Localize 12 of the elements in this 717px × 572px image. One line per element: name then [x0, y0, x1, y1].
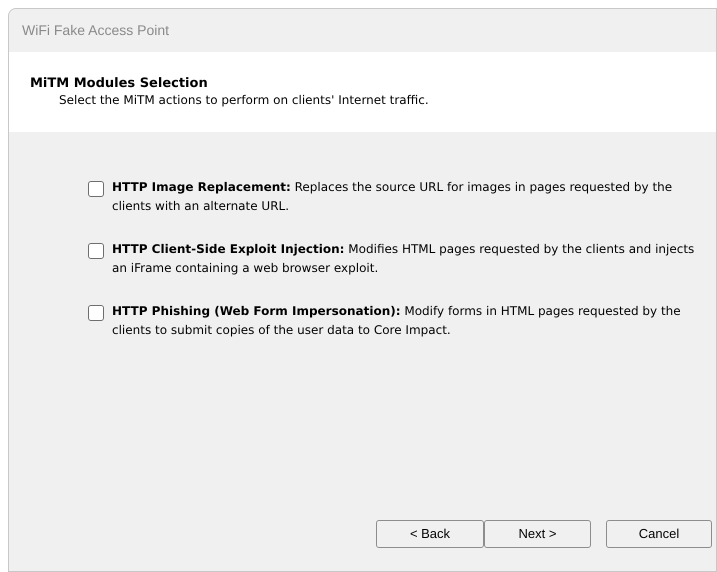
checkbox[interactable]: [88, 305, 104, 321]
cancel-button[interactable]: Cancel: [606, 520, 712, 548]
checkbox[interactable]: [88, 243, 104, 259]
next-button[interactable]: Next >: [484, 520, 591, 548]
back-button[interactable]: < Back: [376, 520, 484, 548]
header-title: MiTM Modules Selection: [30, 76, 209, 92]
window-title: WiFi Fake Access Point: [22, 21, 170, 40]
option-description: HTTP Client-Side Exploit Injection: Modifies HTML pages requested by the clients and injects an iFrame containing a web browser exploit.: [112, 241, 696, 277]
header-subtitle: Select the MiTM actions to perform on clients' Internet traffic.: [58, 92, 430, 108]
option-description: HTTP Image Replacement: Replaces the source URL for images in pages requested by the clients with an alternate URL.: [112, 179, 674, 215]
checkbox[interactable]: [88, 181, 104, 197]
option-description: HTTP Phishing (Web Form Impersonation): Modify forms in HTML pages requested by the clients to submit copies of the user data to Core Impact.: [112, 303, 682, 339]
